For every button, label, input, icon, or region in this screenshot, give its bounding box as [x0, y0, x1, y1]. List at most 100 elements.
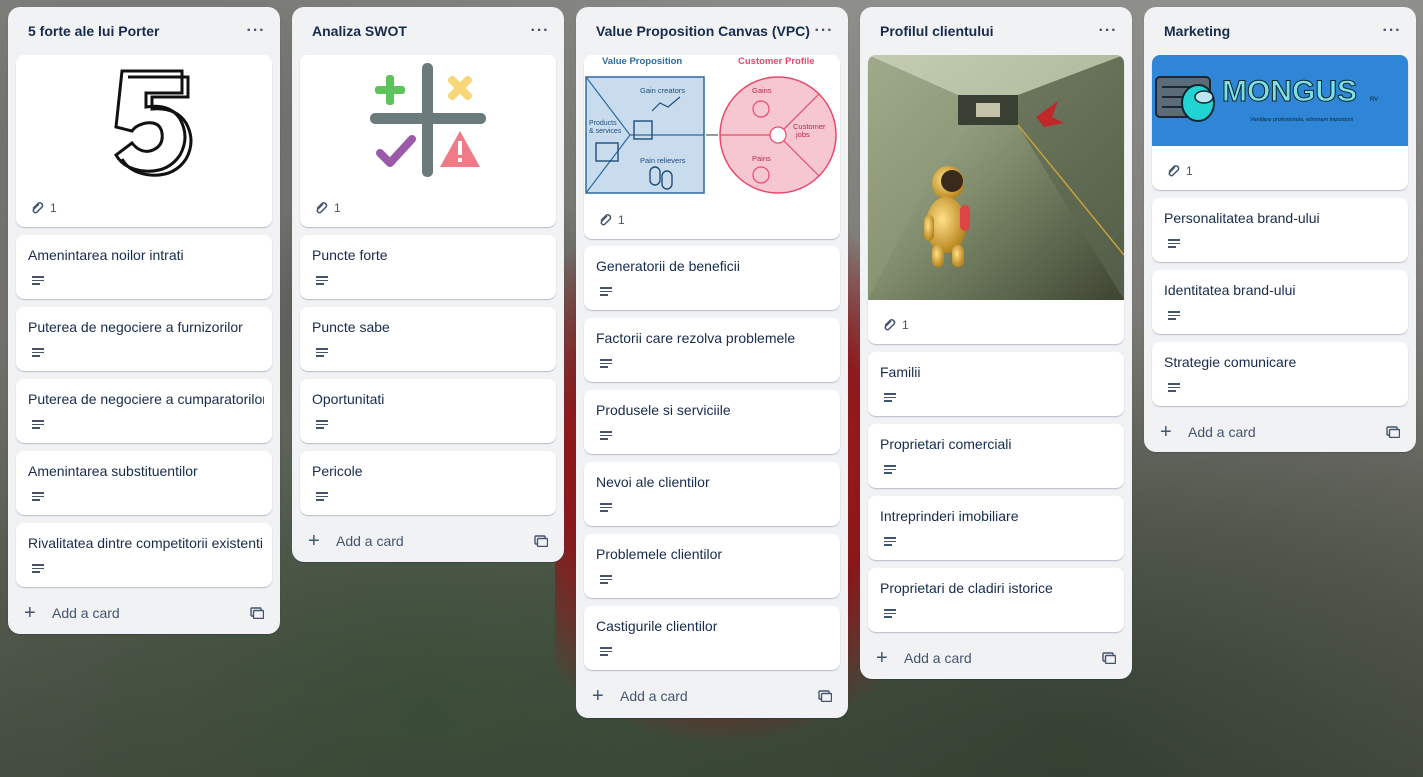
plus-icon: +	[876, 647, 888, 669]
add-card-label: Add a card	[1188, 424, 1256, 440]
card[interactable]: Identitatea brand-ului	[1152, 270, 1408, 334]
description-icon	[32, 420, 44, 429]
card[interactable]: Strategie comunicare	[1152, 342, 1408, 406]
vpc-gain-creators: Gain creators	[640, 86, 685, 95]
list-menu-icon[interactable]: ···	[244, 22, 268, 40]
description-icon	[32, 492, 44, 501]
card[interactable]: Intreprinderi imobiliare	[868, 496, 1124, 560]
card[interactable]: Pericole	[300, 451, 556, 515]
card-title: Amenintarea noilor intrati	[28, 247, 184, 263]
list-header: Profilul clientului ···	[860, 7, 1132, 55]
card-cover-astronaut[interactable]: 1	[868, 55, 1124, 344]
create-from-template-icon[interactable]	[1386, 426, 1400, 438]
add-card-button[interactable]: + Add a card	[868, 642, 1124, 674]
card-title: Castigurile clientilor	[596, 618, 718, 634]
card[interactable]: Nevoi ale clientilor	[584, 462, 840, 526]
list-title[interactable]: 5 forte ale lui Porter	[28, 23, 244, 39]
list-customer-profile: Profilul clientului ··· 1 Familii Propri…	[860, 7, 1132, 679]
card-cover-porter[interactable]: 1	[16, 55, 272, 227]
add-card-button[interactable]: + Add a card	[300, 525, 556, 557]
create-from-template-icon[interactable]	[250, 607, 264, 619]
paperclip-icon	[1168, 165, 1180, 177]
list-menu-icon[interactable]: ···	[812, 22, 836, 40]
list-title[interactable]: Analiza SWOT	[312, 23, 528, 39]
cover-image-mongus: MONGUS RV Ventilare profesionala, elimin…	[1152, 55, 1408, 146]
add-card-button[interactable]: + Add a card	[1152, 416, 1408, 448]
description-icon	[316, 492, 328, 501]
vpc-right-title: Customer Profile	[738, 56, 815, 67]
list-header: Marketing ···	[1144, 7, 1416, 55]
description-icon	[1168, 239, 1180, 248]
description-icon	[884, 393, 896, 402]
mongus-suffix: RV	[1370, 97, 1378, 103]
card-cover-swot[interactable]: 1	[300, 55, 556, 227]
card-title: Identitatea brand-ului	[1164, 282, 1296, 298]
list-header: 5 forte ale lui Porter ···	[8, 7, 280, 55]
card-title: Puncte sabe	[312, 319, 390, 335]
description-icon	[600, 287, 612, 296]
create-from-template-icon[interactable]	[534, 535, 548, 547]
attachment-count: 1	[598, 213, 625, 227]
card[interactable]: Puterea de negociere a cumparatorilor	[16, 379, 272, 443]
paperclip-icon	[600, 214, 612, 226]
card[interactable]: Oportunitati	[300, 379, 556, 443]
vpc-products-2: & services	[589, 128, 622, 135]
mongus-brand: MONGUS	[1222, 75, 1357, 108]
card[interactable]: Factorii care rezolva problemele	[584, 318, 840, 382]
card[interactable]: Proprietari comerciali	[868, 424, 1124, 488]
add-card-label: Add a card	[52, 605, 120, 621]
list-menu-icon[interactable]: ···	[528, 22, 552, 40]
card[interactable]: Puterea de negociere a furnizorilor	[16, 307, 272, 371]
card[interactable]: Amenintarea noilor intrati	[16, 235, 272, 299]
list-title[interactable]: Profilul clientului	[880, 23, 1096, 39]
card-title: Proprietari de cladiri istorice	[880, 580, 1053, 596]
card-title: Amenintarea substituentilor	[28, 463, 198, 479]
list-title[interactable]: Marketing	[1164, 23, 1380, 39]
create-from-template-icon[interactable]	[818, 690, 832, 702]
cover-image-vpc: Value Proposition Customer Profile Gain …	[584, 55, 840, 195]
card[interactable]: Generatorii de beneficii	[584, 246, 840, 310]
card[interactable]: Familii	[868, 352, 1124, 416]
plus-icon: +	[1160, 421, 1172, 443]
card-cover-vpc[interactable]: Value Proposition Customer Profile Gain …	[584, 55, 840, 239]
attachment-count-label: 1	[618, 213, 625, 227]
vpc-gains: Gains	[752, 86, 772, 95]
vpc-left-title: Value Proposition	[602, 56, 682, 67]
description-icon	[32, 348, 44, 357]
list-menu-icon[interactable]: ···	[1380, 22, 1404, 40]
card[interactable]: Proprietari de cladiri istorice	[868, 568, 1124, 632]
description-icon	[884, 609, 896, 618]
card-cover-mongus[interactable]: MONGUS RV Ventilare profesionala, elimin…	[1152, 55, 1408, 190]
list-title[interactable]: Value Proposition Canvas (VPC)	[596, 23, 812, 39]
cover-image-astronaut	[868, 55, 1124, 300]
card[interactable]: Castigurile clientilor	[584, 606, 840, 670]
description-icon	[600, 431, 612, 440]
create-from-template-icon[interactable]	[1102, 652, 1116, 664]
card-title: Puncte forte	[312, 247, 388, 263]
description-icon	[600, 503, 612, 512]
card[interactable]: Problemele clientilor	[584, 534, 840, 598]
description-icon	[1168, 383, 1180, 392]
card[interactable]: Personalitatea brand-ului	[1152, 198, 1408, 262]
description-icon	[316, 420, 328, 429]
paperclip-icon	[884, 319, 896, 331]
add-card-button[interactable]: + Add a card	[16, 597, 272, 629]
vpc-pain-relievers: Pain relievers	[640, 156, 686, 165]
description-icon	[600, 575, 612, 584]
vpc-customer-jobs-2: jobs	[795, 130, 810, 139]
add-card-button[interactable]: + Add a card	[584, 680, 840, 712]
card[interactable]: Puncte forte	[300, 235, 556, 299]
card[interactable]: Amenintarea substituentilor	[16, 451, 272, 515]
paperclip-icon	[316, 202, 328, 214]
plus-icon: +	[308, 530, 320, 552]
card-title: Personalitatea brand-ului	[1164, 210, 1320, 226]
card[interactable]: Puncte sabe	[300, 307, 556, 371]
card-title: Familii	[880, 364, 921, 380]
card[interactable]: Produsele si serviciile	[584, 390, 840, 454]
card-title: Puterea de negociere a cumparatorilor	[28, 391, 264, 407]
list-swot: Analiza SWOT ··· 1 Puncte forte Puncte s…	[292, 7, 564, 562]
plus-icon: +	[592, 685, 604, 707]
card[interactable]: Rivalitatea dintre competitorii existent…	[16, 523, 272, 587]
card-title: Factorii care rezolva problemele	[596, 330, 796, 346]
list-menu-icon[interactable]: ···	[1096, 22, 1120, 40]
